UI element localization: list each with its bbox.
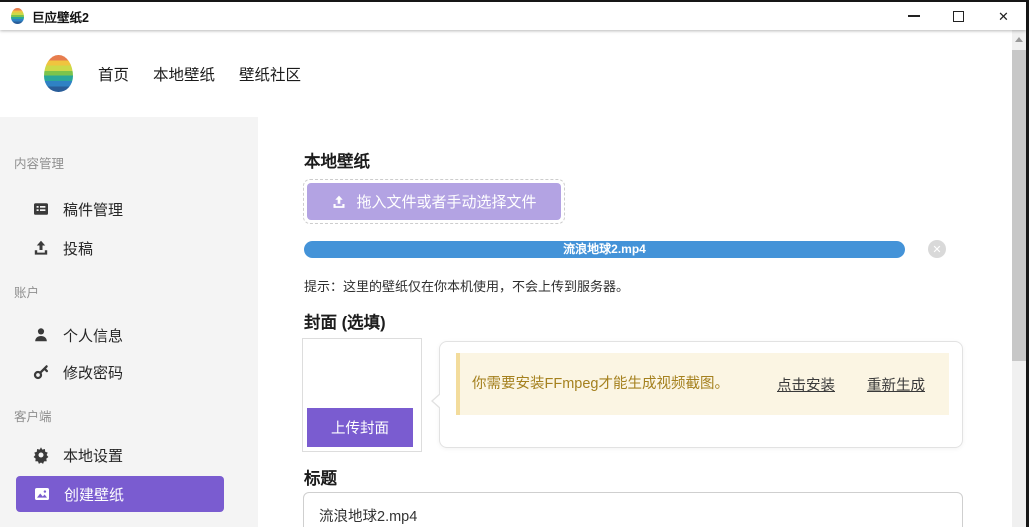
sidebar-item-change-password[interactable]: 修改密码 [0, 358, 258, 386]
sidebar-item-label: 本地设置 [63, 447, 124, 465]
titlebar: 巨应壁纸2 ✕ [0, 2, 1026, 30]
install-ffmpeg-link[interactable]: 点击安装 [777, 374, 835, 395]
person-icon [35, 328, 47, 342]
scrollbar-thumb[interactable] [1012, 50, 1026, 361]
upload-icon [333, 195, 345, 208]
sidebar-item-create-wallpaper[interactable]: 创建壁纸 [16, 476, 224, 512]
sidebar-section-content: 内容管理 [14, 157, 65, 171]
close-icon: ✕ [998, 8, 1009, 24]
maximize-button[interactable] [936, 2, 981, 30]
window-title: 巨应壁纸2 [32, 10, 89, 25]
ffmpeg-warning-actions: 点击安装 重新生成 [777, 374, 925, 395]
upload-cover-button[interactable]: 上传封面 [307, 408, 413, 447]
document-list-icon [34, 203, 48, 215]
uploaded-filename: 流浪地球2.mp4 [563, 242, 646, 256]
image-icon [35, 488, 49, 500]
sidebar-item-label: 创建壁纸 [64, 486, 125, 504]
minimize-button[interactable] [891, 2, 936, 30]
sidebar-section-account: 账户 [14, 286, 40, 300]
main-content: 本地壁纸 拖入文件或者手动选择文件 流浪地球2.mp4 ✕ 提示：这里的壁纸仅在… [258, 117, 1012, 527]
vertical-scrollbar[interactable] [1012, 30, 1026, 527]
regenerate-thumbnail-link[interactable]: 重新生成 [867, 374, 925, 395]
popover-arrow [433, 393, 442, 409]
sidebar-item-label: 个人信息 [63, 327, 124, 345]
minimize-icon [907, 15, 920, 17]
cover-section-title: 封面 (选填) [304, 314, 386, 332]
select-file-label: 拖入文件或者手动选择文件 [356, 194, 537, 211]
local-only-hint: 提示：这里的壁纸仅在你本机使用，不会上传到服务器。 [304, 279, 630, 294]
file-drop-zone: 拖入文件或者手动选择文件 [303, 179, 565, 224]
sidebar-item-submit[interactable]: 投稿 [0, 234, 258, 262]
sidebar-item-label: 稿件管理 [63, 201, 124, 219]
gear-icon [33, 447, 49, 464]
sidebar-item-local-settings[interactable]: 本地设置 [0, 441, 258, 469]
nav-home[interactable]: 首页 [98, 63, 129, 85]
sidebar-item-label: 投稿 [63, 240, 94, 258]
remove-file-button[interactable]: ✕ [928, 240, 946, 258]
close-icon: ✕ [932, 243, 942, 256]
maximize-icon [953, 10, 964, 22]
ffmpeg-warning-message: 你需要安装FFmpeg才能生成视频截图。 [472, 375, 729, 392]
sidebar-item-manuscripts[interactable]: 稿件管理 [0, 195, 258, 223]
sidebar-item-profile[interactable]: 个人信息 [0, 321, 258, 349]
page-title: 本地壁纸 [304, 153, 370, 171]
main-nav: 首页 本地壁纸 壁纸社区 [98, 63, 301, 85]
ffmpeg-warning-popover: 你需要安装FFmpeg才能生成视频截图。 点击安装 重新生成 [431, 341, 963, 448]
nav-wallpaper-community[interactable]: 壁纸社区 [239, 63, 301, 85]
app-logo-icon [44, 55, 73, 92]
app-window: 巨应壁纸2 ✕ 首页 本地壁纸 壁纸社区 内容管理 稿件管理 投稿 账户 个人信… [0, 0, 1029, 527]
app-header: 首页 本地壁纸 壁纸社区 [0, 30, 1012, 117]
select-file-button[interactable]: 拖入文件或者手动选择文件 [307, 183, 561, 220]
upload-icon [34, 240, 48, 255]
sidebar: 内容管理 稿件管理 投稿 账户 个人信息 修改密码 客户端 本地设置 创建壁纸 [0, 117, 258, 527]
close-button[interactable]: ✕ [981, 2, 1026, 30]
nav-local-wallpaper[interactable]: 本地壁纸 [153, 63, 215, 85]
wallpaper-title-input[interactable] [303, 492, 963, 527]
cover-preview-box: 上传封面 [302, 338, 422, 452]
ffmpeg-warning-alert: 你需要安装FFmpeg才能生成视频截图。 点击安装 重新生成 [456, 353, 949, 415]
scroll-up-arrow-icon[interactable] [1015, 37, 1023, 42]
window-controls: ✕ [891, 2, 1026, 30]
sidebar-item-label: 修改密码 [63, 364, 124, 382]
title-field-label: 标题 [304, 470, 337, 488]
key-icon [33, 365, 49, 380]
sidebar-section-client: 客户端 [14, 410, 52, 424]
upload-progress-bar: 流浪地球2.mp4 [304, 241, 905, 258]
window-border-top [0, 0, 1029, 2]
app-logo-icon [11, 8, 24, 24]
